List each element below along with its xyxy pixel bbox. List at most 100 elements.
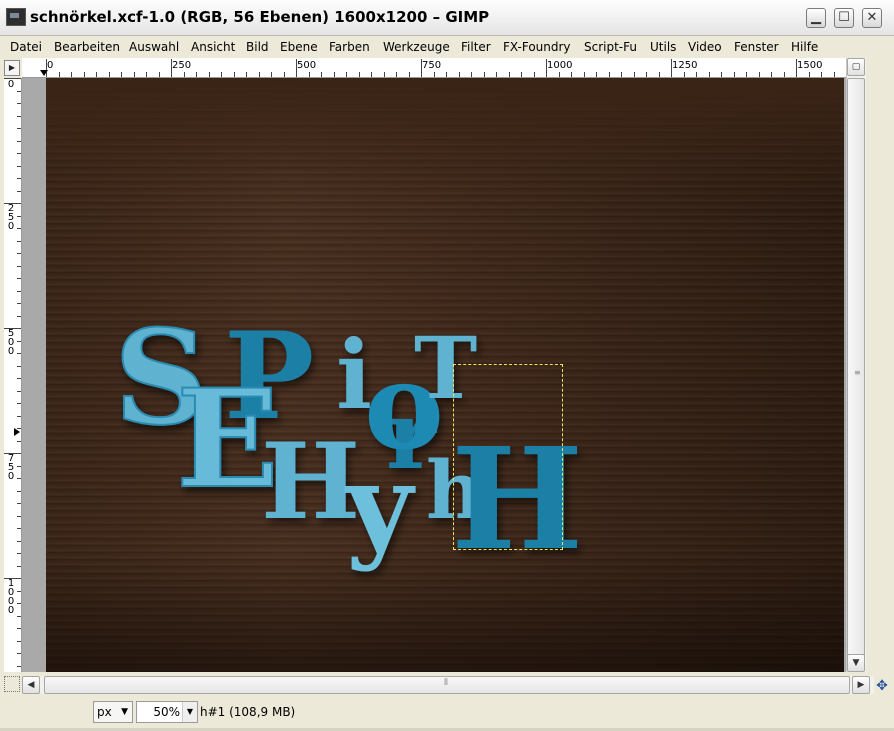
scroll-down-button[interactable]: ▼ bbox=[847, 654, 865, 672]
ruler-tick bbox=[17, 103, 21, 104]
chevron-down-icon[interactable]: ▼ bbox=[182, 702, 197, 722]
ruler-tick bbox=[17, 365, 21, 367]
minimize-button[interactable]: ▁ bbox=[806, 8, 826, 28]
horizontal-ruler[interactable]: 0 250 500 750 1000 1250 1500 bbox=[22, 58, 866, 78]
ruler-tick bbox=[17, 165, 21, 167]
ruler-tick bbox=[17, 215, 21, 217]
triangle-right-icon: ▶ bbox=[8, 63, 16, 72]
ruler-label: 750 bbox=[422, 60, 442, 71]
ruler-tick bbox=[721, 72, 722, 77]
menu-arrow-button[interactable]: ▶ bbox=[4, 60, 20, 76]
gimp-app-icon[interactable] bbox=[6, 8, 26, 26]
menu-video[interactable]: Video bbox=[688, 40, 722, 54]
zoom-selector[interactable]: 50% ▼ bbox=[136, 701, 198, 723]
ruler-tick bbox=[608, 72, 610, 77]
ruler-tick bbox=[58, 72, 60, 77]
horizontal-scrollbar[interactable]: ◀ ⦀ ▶ bbox=[22, 676, 874, 694]
ruler-tick bbox=[483, 72, 485, 77]
ruler-tick bbox=[17, 615, 21, 617]
ruler-tick bbox=[821, 72, 822, 77]
ruler-tick bbox=[683, 72, 685, 77]
menu-ansicht[interactable]: Ansicht bbox=[191, 40, 235, 54]
pointer-marker-icon bbox=[40, 70, 48, 76]
ruler-tick bbox=[183, 72, 185, 77]
ruler-tick bbox=[17, 603, 21, 604]
ruler-tick bbox=[458, 72, 460, 77]
ruler-tick bbox=[71, 72, 72, 77]
ruler-tick bbox=[17, 253, 21, 254]
ruler-tick bbox=[571, 72, 572, 77]
ruler-tick bbox=[358, 72, 360, 77]
menu-utils[interactable]: Utils bbox=[650, 40, 676, 54]
quick-mask-toggle[interactable] bbox=[4, 676, 20, 692]
chevron-down-icon: ▼ bbox=[121, 707, 128, 717]
ruler-label: 0 bbox=[7, 79, 15, 90]
zoom-to-fit-button[interactable]: ▢ bbox=[847, 58, 865, 76]
ruler-tick bbox=[17, 228, 21, 229]
ruler-label: 250 bbox=[172, 60, 192, 71]
grip-icon: ⦀ bbox=[444, 678, 448, 688]
pointer-marker-icon bbox=[14, 428, 20, 436]
menu-datei[interactable]: Datei bbox=[10, 40, 42, 54]
maximize-button[interactable]: ☐ bbox=[834, 8, 854, 28]
ruler-tick bbox=[471, 72, 472, 77]
ruler-tick bbox=[17, 90, 21, 92]
ruler-tick bbox=[746, 72, 747, 77]
ruler-tick bbox=[383, 72, 385, 77]
ruler-tick bbox=[17, 240, 21, 242]
ruler-tick bbox=[146, 72, 147, 77]
menu-ebene[interactable]: Ebene bbox=[280, 40, 318, 54]
ruler-tick bbox=[17, 303, 21, 304]
scroll-left-button[interactable]: ◀ bbox=[22, 676, 40, 694]
ruler-tick bbox=[17, 265, 21, 267]
ruler-tick bbox=[308, 72, 310, 77]
ruler-tick bbox=[296, 59, 297, 77]
menu-bearbeiten[interactable]: Bearbeiten bbox=[54, 40, 120, 54]
close-icon: ✕ bbox=[866, 10, 878, 25]
menu-bild[interactable]: Bild bbox=[246, 40, 269, 54]
ruler-tick bbox=[171, 59, 172, 77]
menu-fx-foundry[interactable]: FX-Foundry bbox=[503, 40, 571, 54]
menu-fenster[interactable]: Fenster bbox=[734, 40, 779, 54]
ruler-tick bbox=[4, 578, 21, 579]
ruler-tick bbox=[17, 390, 21, 392]
menu-farben[interactable]: Farben bbox=[329, 40, 370, 54]
ruler-tick bbox=[4, 78, 21, 79]
vertical-ruler[interactable]: 0 2 5 0 5 0 0 7 5 0 1 0 0 0 bbox=[4, 78, 22, 672]
menu-auswahl[interactable]: Auswahl bbox=[129, 40, 179, 54]
title-bar: schnörkel.xcf-1.0 (RGB, 56 Ebenen) 1600x… bbox=[0, 0, 894, 36]
menu-hilfe[interactable]: Hilfe bbox=[791, 40, 818, 54]
ruler-tick bbox=[808, 72, 810, 77]
menu-bar: Datei Bearbeiten Auswahl Ansicht Bild Eb… bbox=[0, 36, 894, 58]
ruler-tick bbox=[246, 72, 247, 77]
ruler-tick bbox=[733, 72, 735, 77]
ruler-tick bbox=[508, 72, 510, 77]
close-button[interactable]: ✕ bbox=[862, 8, 882, 28]
maximize-icon: ☐ bbox=[838, 10, 850, 25]
scroll-right-button[interactable]: ▶ bbox=[852, 676, 870, 694]
ruler-tick bbox=[283, 72, 285, 77]
ruler-label: 500 bbox=[297, 60, 317, 71]
ruler-tick bbox=[496, 72, 497, 77]
ruler-tick bbox=[208, 72, 210, 77]
menu-filter[interactable]: Filter bbox=[461, 40, 491, 54]
menu-script-fu[interactable]: Script-Fu bbox=[584, 40, 637, 54]
navigate-icon[interactable]: ✥ bbox=[874, 678, 890, 694]
menu-werkzeuge[interactable]: Werkzeuge bbox=[383, 40, 450, 54]
ruler-tick bbox=[17, 290, 21, 292]
unit-selector[interactable]: px ▼ bbox=[93, 701, 133, 723]
ruler-tick bbox=[346, 72, 347, 77]
ruler-tick bbox=[546, 59, 547, 77]
ruler-label: 1000 bbox=[547, 60, 573, 71]
status-bar bbox=[0, 696, 894, 731]
ruler-tick bbox=[646, 72, 647, 77]
grip-icon: ≡ bbox=[854, 368, 861, 377]
ruler-tick bbox=[17, 503, 21, 504]
ruler-label: 1250 bbox=[672, 60, 698, 71]
vertical-scrollbar[interactable]: ▢ ≡ ▼ bbox=[846, 58, 866, 672]
ruler-tick bbox=[17, 478, 21, 479]
ruler-tick bbox=[17, 178, 21, 179]
ruler-tick bbox=[408, 72, 410, 77]
ruler-tick bbox=[17, 115, 21, 117]
ruler-tick bbox=[96, 72, 97, 77]
